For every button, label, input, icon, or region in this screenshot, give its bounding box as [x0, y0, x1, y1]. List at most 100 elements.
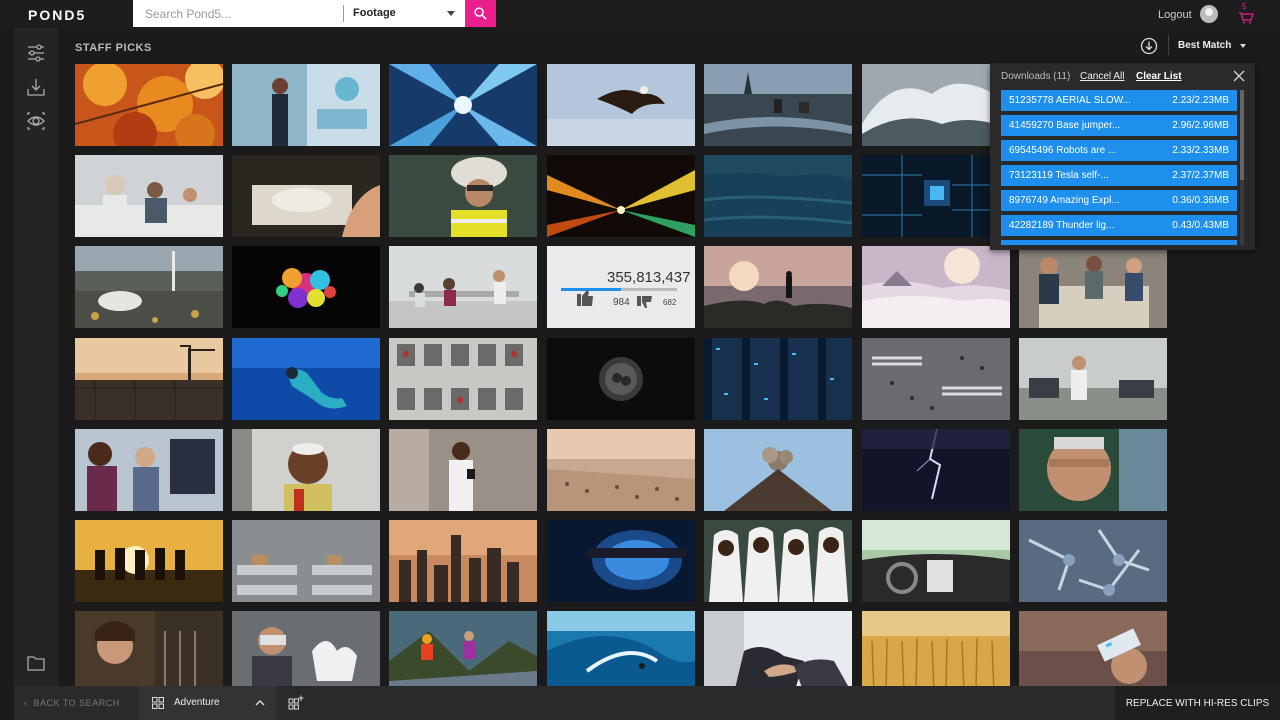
cancel-all-link[interactable]: Cancel All — [1080, 71, 1124, 82]
clip-thumbnail[interactable] — [232, 64, 380, 146]
clip-thumbnail[interactable] — [547, 429, 695, 511]
top-bar: POND5 Footage Logout 5 — [0, 0, 1280, 28]
download-item[interactable]: 51235778 AERIAL SLOW... 2.23/2.23MB — [1001, 90, 1237, 111]
collection-name: Adventure — [174, 697, 220, 708]
scrollbar-thumb[interactable] — [1240, 90, 1244, 180]
clip-thumbnail[interactable] — [232, 611, 380, 693]
downloads-scrollbar[interactable] — [1240, 90, 1244, 245]
chevron-up-icon[interactable] — [255, 699, 265, 707]
download-item[interactable]: 73123119 Tesla self-... 2.37/2.37MB — [1001, 165, 1237, 186]
section-title: STAFF PICKS — [75, 42, 152, 54]
search-type-select[interactable]: Footage — [353, 7, 396, 19]
clip-thumbnail[interactable] — [1019, 338, 1167, 420]
logout-link[interactable]: Logout — [1158, 9, 1192, 21]
clip-thumbnail[interactable] — [862, 246, 1010, 328]
clip-thumbnail[interactable] — [232, 155, 380, 237]
download-item[interactable]: 41459270 Base jumper... 2.96/2.96MB — [1001, 115, 1237, 136]
downloads-toggle-icon[interactable] — [1140, 37, 1158, 55]
clip-thumbnail[interactable] — [75, 155, 223, 237]
view-count: 355,813,437 — [607, 269, 690, 286]
chevron-left-icon: ‹ — [24, 698, 34, 708]
clip-thumbnail[interactable] — [75, 338, 223, 420]
clip-thumbnail[interactable] — [547, 520, 695, 602]
clip-thumbnail[interactable] — [704, 520, 852, 602]
bottom-bar: ‹ BACK TO SEARCH Adventure REPLACE WITH … — [14, 686, 1280, 720]
download-icon[interactable] — [26, 77, 46, 97]
clip-thumbnail[interactable] — [862, 64, 1010, 146]
clip-thumbnail[interactable] — [232, 338, 380, 420]
clip-thumbnail[interactable] — [232, 246, 380, 328]
clip-thumbnail[interactable] — [862, 429, 1010, 511]
clip-thumbnail[interactable]: 355,813,437 984 682 — [547, 246, 695, 328]
collection-selector[interactable]: Adventure — [138, 686, 276, 720]
grid-icon — [152, 697, 164, 709]
clip-thumbnail[interactable] — [547, 155, 695, 237]
clip-thumbnail[interactable] — [547, 611, 695, 693]
clip-thumbnail[interactable] — [389, 611, 537, 693]
clip-thumbnail[interactable] — [704, 246, 852, 328]
clip-thumbnail[interactable] — [389, 338, 537, 420]
filters-icon[interactable] — [26, 43, 46, 63]
search-button[interactable] — [465, 0, 496, 27]
clip-thumbnail[interactable] — [75, 520, 223, 602]
download-size: 0.36/0.36MB — [1172, 195, 1229, 206]
search-divider — [343, 5, 344, 22]
clear-list-link[interactable]: Clear List — [1136, 71, 1182, 82]
download-size: 2.33/2.33MB — [1172, 145, 1229, 156]
chevron-down-icon[interactable] — [1240, 44, 1246, 48]
clip-thumbnail[interactable] — [547, 64, 695, 146]
like-count: 984 — [613, 297, 630, 308]
download-name: 73123119 Tesla self-... — [1009, 170, 1109, 181]
download-size: 0.43/0.43MB — [1172, 220, 1229, 231]
download-name: 8976749 Amazing Expl... — [1009, 195, 1120, 206]
clip-thumbnail[interactable] — [75, 611, 223, 693]
clip-thumbnail[interactable] — [704, 64, 852, 146]
clip-thumbnail[interactable] — [389, 246, 537, 328]
clip-thumbnail[interactable] — [862, 611, 1010, 693]
downloads-heading: Downloads (11) — [1001, 71, 1071, 82]
download-name: 51235778 AERIAL SLOW... — [1009, 95, 1131, 106]
add-collection-icon[interactable] — [288, 695, 304, 711]
download-item[interactable]: 42282189 Thunder lig... 0.43/0.43MB — [1001, 215, 1237, 236]
download-size: 2.23/2.23MB — [1172, 95, 1229, 106]
clip-thumbnail[interactable] — [75, 246, 223, 328]
close-icon[interactable] — [1233, 70, 1245, 82]
clip-thumbnail[interactable] — [75, 429, 223, 511]
clip-thumbnail[interactable] — [75, 64, 223, 146]
clip-thumbnail[interactable] — [862, 520, 1010, 602]
avatar[interactable] — [1200, 5, 1218, 23]
folder-icon[interactable] — [26, 653, 46, 673]
download-item[interactable] — [1001, 240, 1237, 245]
clip-thumbnail[interactable] — [704, 338, 852, 420]
dislike-count: 682 — [663, 298, 677, 307]
download-size: 2.96/2.96MB — [1172, 120, 1229, 131]
clip-thumbnail[interactable] — [389, 429, 537, 511]
search-bar: Footage — [133, 0, 496, 27]
chevron-down-icon[interactable] — [447, 11, 455, 16]
clip-thumbnail[interactable] — [1019, 611, 1167, 693]
clip-thumbnail[interactable] — [1019, 246, 1167, 328]
download-item[interactable]: 69545496 Robots are ... 2.33/2.33MB — [1001, 140, 1237, 161]
sort-select[interactable]: Best Match — [1178, 40, 1231, 51]
clip-thumbnail[interactable] — [704, 155, 852, 237]
replace-hi-res-button[interactable]: REPLACE WITH HI-RES CLIPS — [1115, 686, 1280, 720]
clip-thumbnail[interactable] — [704, 429, 852, 511]
download-item[interactable]: 8976749 Amazing Expl... 0.36/0.36MB — [1001, 190, 1237, 211]
search-input[interactable] — [133, 0, 343, 27]
clip-thumbnail[interactable] — [1019, 520, 1167, 602]
back-to-search-link[interactable]: ‹ BACK TO SEARCH — [24, 698, 120, 708]
cart-button[interactable]: 5 — [1236, 2, 1256, 25]
clip-thumbnail[interactable] — [547, 338, 695, 420]
clip-thumbnail[interactable] — [232, 520, 380, 602]
clip-thumbnail[interactable] — [389, 155, 537, 237]
clip-thumbnail[interactable] — [232, 429, 380, 511]
clip-thumbnail[interactable] — [389, 520, 537, 602]
clip-thumbnail[interactable] — [389, 64, 537, 146]
preview-icon[interactable] — [26, 111, 46, 131]
clip-thumbnail[interactable] — [862, 338, 1010, 420]
download-size: 2.37/2.37MB — [1172, 170, 1229, 181]
pond5-logo[interactable]: POND5 — [28, 7, 86, 23]
clip-thumbnail[interactable] — [704, 611, 852, 693]
clip-thumbnail[interactable] — [862, 155, 1010, 237]
clip-thumbnail[interactable] — [1019, 429, 1167, 511]
